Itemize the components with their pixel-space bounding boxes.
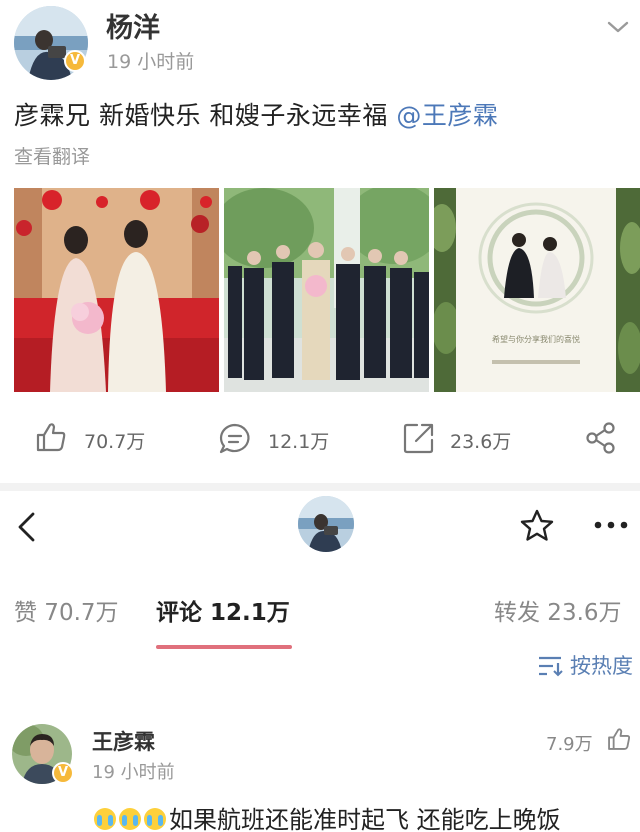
crying-face-emoji [144, 808, 166, 830]
wedding-bed-photo[interactable] [14, 188, 219, 392]
tab-reposts[interactable]: 转发 23.6万 [494, 593, 622, 627]
sort-by-hot[interactable]: 按热度 [570, 650, 633, 680]
repost-count[interactable]: 23.6万 [450, 427, 511, 454]
translate-link[interactable]: 查看翻译 [14, 142, 90, 169]
nav-avatar-image [298, 496, 354, 552]
post-text: 彦霖兄 新婚快乐 和嫂子永远幸福 @王彦霖 [14, 96, 498, 132]
chevron-down-icon[interactable] [606, 18, 630, 36]
active-tab-indicator [156, 645, 292, 649]
repost-button[interactable] [402, 421, 436, 459]
comment-like-icon[interactable] [606, 726, 632, 752]
crying-face-emoji [119, 808, 141, 830]
share-icon [586, 422, 615, 454]
groomsmen-photo[interactable] [224, 188, 429, 392]
share-button[interactable] [584, 421, 618, 459]
post-time: 19 小时前 [107, 51, 195, 73]
sort-icon[interactable] [537, 655, 563, 677]
tab-comments[interactable]: 评论 12.1万 [156, 593, 290, 627]
commenter-name[interactable]: 王彦霖 [92, 726, 155, 756]
like-count[interactable]: 70.7万 [84, 427, 145, 454]
comment-count[interactable]: 12.1万 [268, 427, 329, 454]
comment-button[interactable] [218, 422, 252, 460]
comment-time: 19 小时前 [92, 762, 175, 783]
back-arrow-icon[interactable] [14, 510, 40, 544]
tab-likes[interactable]: 赞 70.7万 [14, 593, 119, 627]
wedding-invitation-photo[interactable]: 希望与你分享我们的喜悦 [434, 188, 640, 392]
crying-face-emoji [94, 808, 116, 830]
author-name[interactable]: 杨洋 [106, 6, 160, 45]
commenter-verified-badge: V [52, 762, 74, 784]
comment-body: 如果航班还能准时起飞 还能吃上晚饭 [169, 806, 561, 832]
comment-like-count[interactable]: 7.9万 [546, 730, 593, 756]
thumbs-up-icon [36, 423, 66, 452]
comment-bubble-icon [219, 423, 250, 454]
star-icon[interactable] [519, 508, 555, 544]
more-dots-icon[interactable] [592, 518, 630, 532]
nav-avatar[interactable] [298, 496, 354, 552]
post-body: 彦霖兄 新婚快乐 和嫂子永远幸福 [14, 101, 388, 130]
comment-text: 如果航班还能准时起飞 还能吃上晚饭 [94, 800, 561, 832]
like-button[interactable] [34, 420, 68, 458]
invitation-text: 希望与你分享我们的喜悦 [492, 334, 580, 344]
repost-icon [403, 423, 434, 454]
mention-link[interactable]: @王彦霖 [396, 101, 498, 130]
section-divider [0, 483, 640, 491]
verified-badge: V [64, 50, 86, 72]
